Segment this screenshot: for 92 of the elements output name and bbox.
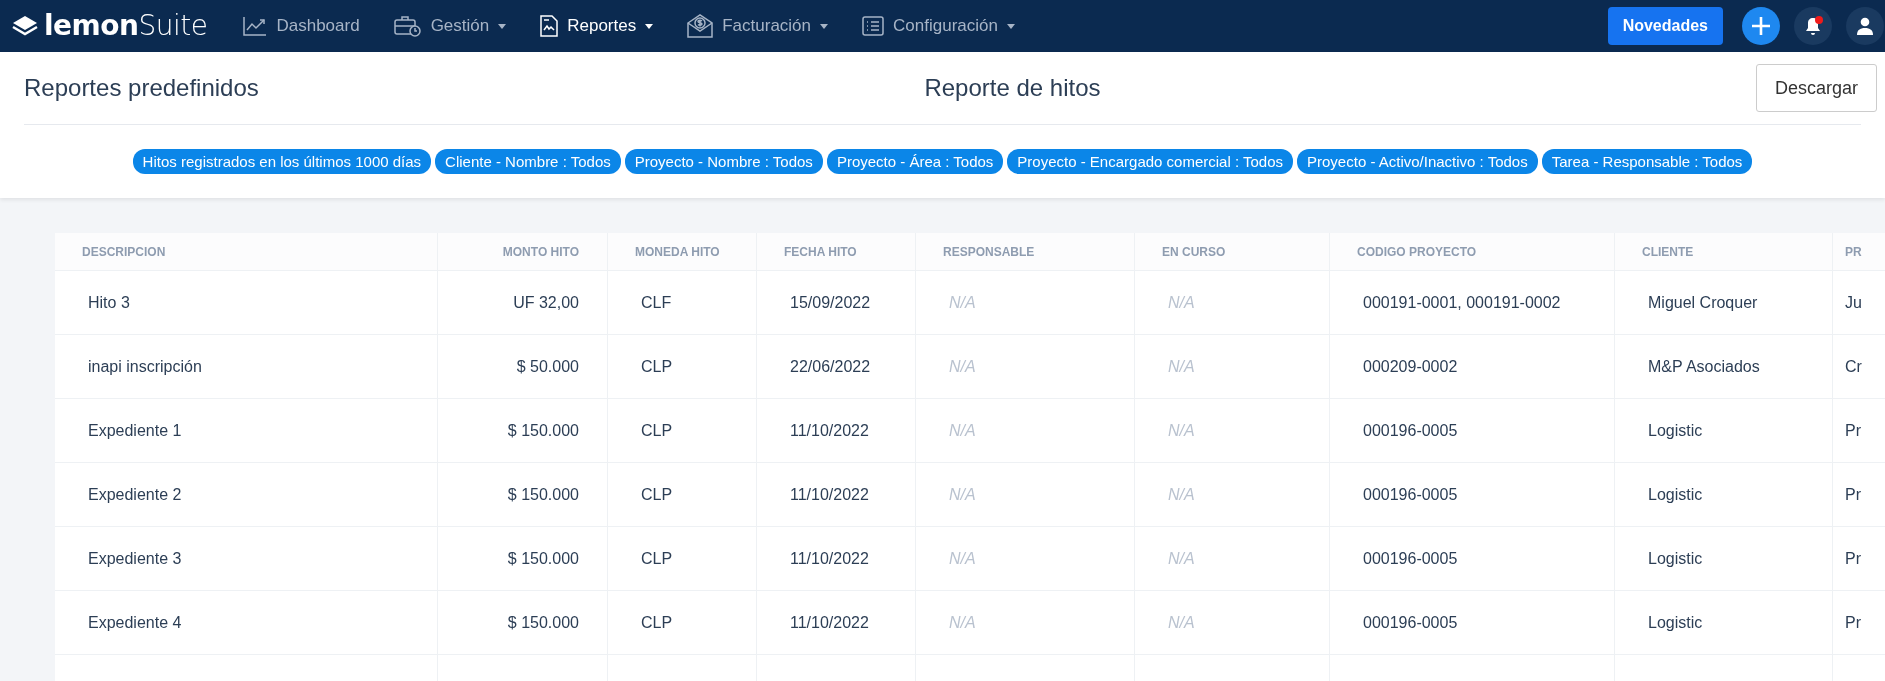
- table-cell: Expediente 1: [88, 421, 182, 440]
- filter-tag: Proyecto - Nombre : Todos: [624, 149, 823, 174]
- table-cell: 11/10/2022: [790, 421, 869, 440]
- app-logo-text: lemonSuite: [44, 12, 208, 40]
- table-cell: N/A: [1168, 613, 1195, 632]
- table-cell: 11/10/2022: [790, 549, 869, 568]
- table-cell: 11/10/2022: [790, 485, 869, 504]
- table-cell: 000196-0005: [1363, 421, 1458, 440]
- table-cell: $ 150.000: [507, 421, 579, 440]
- table-cell: Pr: [1845, 421, 1861, 440]
- news-button[interactable]: Novedades: [1607, 7, 1723, 45]
- filter-tag: Proyecto - Activo/Inactivo : Todos: [1297, 149, 1538, 174]
- table-cell: N/A: [1168, 293, 1195, 312]
- filter-tag: Hitos registrados en los últimos 1000 días: [132, 149, 432, 174]
- document-chart-icon: [540, 15, 559, 37]
- nav-menu-item[interactable]: Configuración: [862, 14, 1015, 38]
- column-header: CLIENTE: [1642, 245, 1694, 258]
- column-header: CODIGO PROYECTO: [1357, 245, 1477, 258]
- table-cell: N/A: [949, 357, 976, 376]
- add-button[interactable]: [1742, 7, 1780, 45]
- table-cell: 000196-0005: [1363, 485, 1458, 504]
- table-cell: N/A: [1168, 549, 1195, 568]
- money-envelope-icon: [687, 14, 714, 38]
- table-cell: 000196-0005: [1363, 549, 1458, 568]
- download-button[interactable]: Descargar: [1755, 64, 1877, 112]
- table-cell: Pr: [1845, 613, 1861, 632]
- report-title: Reporte de hitos: [924, 74, 1101, 102]
- table-cell: $ 50.000: [516, 357, 579, 376]
- notifications-button[interactable]: [1794, 7, 1832, 45]
- table-cell: Logistic: [1648, 613, 1703, 632]
- table-cell: 11/10/2022: [790, 613, 869, 632]
- column-header: RESPONSABLE: [943, 245, 1035, 258]
- user-icon: [1856, 17, 1874, 35]
- table-cell: N/A: [949, 293, 976, 312]
- table-cell: $ 150.000: [507, 613, 579, 632]
- table-cell: N/A: [1168, 485, 1195, 504]
- table-cell: Hito 3: [88, 293, 130, 312]
- layers-logo-icon: [12, 15, 38, 37]
- table-cell: UF 32,00: [513, 293, 579, 312]
- table-cell: CLF: [641, 293, 672, 312]
- column-header: MONTO HITO: [502, 245, 579, 258]
- list-icon: [862, 16, 885, 36]
- section-title: Reportes predefinidos: [24, 74, 260, 102]
- table-cell: Logistic: [1648, 549, 1703, 568]
- filter-tag: Proyecto - Área : Todos: [826, 149, 1004, 174]
- filter-tag: Tarea - Responsable : Todos: [1541, 149, 1753, 174]
- column-header: MONEDA HITO: [635, 245, 720, 258]
- table-cell: Expediente 2: [88, 485, 182, 504]
- filter-tag: Proyecto - Encargado comercial : Todos: [1007, 149, 1294, 174]
- nav-menu-item[interactable]: Gestión: [393, 14, 507, 38]
- table-cell: Expediente 4: [88, 613, 182, 632]
- column-header: FECHA HITO: [784, 245, 857, 258]
- table-cell: N/A: [949, 421, 976, 440]
- table-cell: CLP: [641, 613, 673, 632]
- line-chart-icon: [243, 16, 268, 36]
- table-cell: Logistic: [1648, 485, 1703, 504]
- table-cell: N/A: [1168, 357, 1195, 376]
- table-cell: Logistic: [1648, 421, 1703, 440]
- table-cell: 000191-0001, 000191-0002: [1363, 293, 1561, 312]
- plus-icon: [1751, 16, 1771, 36]
- table-cell: M&P Asociados: [1648, 357, 1760, 376]
- table-cell: N/A: [949, 549, 976, 568]
- table-cell: 000209-0002: [1363, 357, 1458, 376]
- table-cell: Cr: [1845, 357, 1862, 376]
- table-cell: CLP: [641, 485, 673, 504]
- table-cell: Pr: [1845, 549, 1861, 568]
- table-cell: Expediente 3: [88, 549, 182, 568]
- table-cell: 22/06/2022: [790, 357, 871, 376]
- table-cell: $ 150.000: [507, 549, 579, 568]
- table-cell: 000196-0005: [1363, 613, 1458, 632]
- column-header: DESCRIPCION: [82, 245, 166, 258]
- nav-menu-item[interactable]: Dashboard: [243, 14, 360, 38]
- table-cell: Pr: [1845, 485, 1861, 504]
- table-cell: inapi inscripción: [88, 357, 202, 376]
- bell-icon: [1805, 17, 1821, 35]
- table-cell: 15/09/2022: [790, 293, 871, 312]
- table-cell: CLP: [641, 549, 673, 568]
- table-cell: Miguel Croquer: [1648, 293, 1758, 312]
- nav-menu-item[interactable]: Facturación: [687, 14, 829, 38]
- filter-tag: Cliente - Nombre : Todos: [435, 149, 621, 174]
- table-cell: CLP: [641, 357, 673, 376]
- user-button[interactable]: [1846, 7, 1884, 45]
- table-cell: N/A: [1168, 421, 1195, 440]
- nav-menu-item[interactable]: Reportes: [540, 14, 654, 38]
- briefcase-clock-icon: [393, 15, 422, 37]
- table-cell: CLP: [641, 421, 673, 440]
- table-cell: $ 150.000: [507, 485, 579, 504]
- column-header: PR: [1845, 245, 1862, 258]
- table-cell: N/A: [949, 613, 976, 632]
- table-cell: N/A: [949, 485, 976, 504]
- column-header: EN CURSO: [1162, 245, 1226, 258]
- table-cell: Ju: [1845, 293, 1862, 312]
